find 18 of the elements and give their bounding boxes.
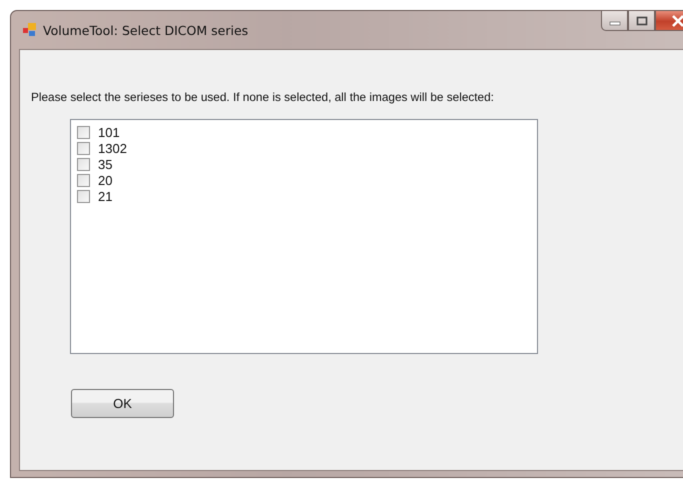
checkbox[interactable] [77, 126, 90, 138]
series-label: 20 [98, 172, 112, 188]
series-label: 1302 [98, 140, 127, 156]
checkbox[interactable] [77, 190, 90, 202]
series-label: 101 [98, 124, 120, 140]
maximize-icon [636, 16, 648, 26]
series-label: 35 [98, 156, 112, 172]
checkbox[interactable] [77, 158, 90, 170]
ok-button[interactable]: OK [71, 389, 174, 418]
series-label: 21 [98, 188, 112, 204]
app-icon [23, 23, 37, 37]
maximize-button[interactable] [628, 11, 655, 31]
checkbox[interactable] [77, 142, 90, 154]
instruction-text: Please select the serieses to be used. If none is selected, all the images will be selected: [31, 90, 495, 104]
close-icon [671, 14, 683, 26]
checkbox[interactable] [77, 174, 90, 186]
minimize-button[interactable] [601, 11, 628, 31]
window-title: VolumeTool: Select DICOM series [43, 22, 248, 38]
